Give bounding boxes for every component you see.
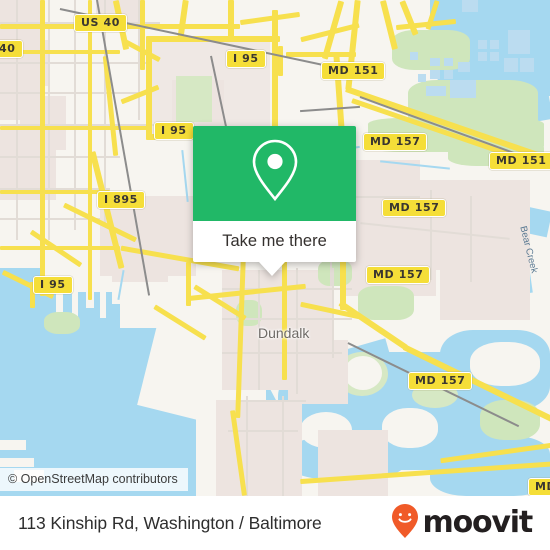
- island: [382, 408, 438, 448]
- building: [426, 86, 446, 96]
- callout-action-bar[interactable]: Take me there: [193, 221, 356, 276]
- building: [490, 40, 499, 49]
- building: [504, 58, 518, 72]
- building: [444, 58, 453, 66]
- road-shield-i895[interactable]: I 895: [97, 191, 145, 209]
- local-street: [0, 156, 120, 158]
- island: [470, 342, 540, 386]
- take-me-there-label: Take me there: [222, 232, 327, 250]
- island: [344, 356, 382, 390]
- pier: [0, 458, 34, 467]
- residential-block: [440, 250, 530, 320]
- destination-callout[interactable]: Take me there: [193, 126, 356, 276]
- residential-block: [318, 430, 388, 496]
- residential-block: [216, 400, 302, 496]
- footer-bar: 113 Kinship Rd, Washington / Baltimore m…: [0, 496, 550, 550]
- road-shield-md157-c[interactable]: MD 157: [382, 199, 447, 217]
- road-shield-md157-n[interactable]: MD 157: [363, 133, 428, 151]
- building: [490, 52, 499, 61]
- road-shield-i95-n[interactable]: I 95: [226, 50, 266, 68]
- building: [410, 52, 418, 60]
- building: [458, 62, 470, 72]
- highway: [40, 0, 45, 296]
- map-attribution[interactable]: © OpenStreetMap contributors: [0, 468, 188, 491]
- highway: [140, 0, 145, 70]
- road-shield-md-edge[interactable]: MD: [528, 478, 550, 496]
- road-shield-i95-w[interactable]: I 95: [154, 122, 194, 140]
- pier: [100, 292, 106, 318]
- highway-ramp: [228, 0, 234, 40]
- building: [450, 80, 476, 98]
- local-street: [246, 396, 248, 496]
- address-label: 113 Kinship Rd, Washington / Baltimore: [18, 512, 322, 533]
- building: [444, 70, 453, 79]
- map-screen: Dundalk Bear Creek US 40 40 I 95 MD 151 …: [0, 0, 550, 550]
- highway: [0, 190, 110, 194]
- moovit-pin-smile-icon: [390, 503, 420, 544]
- local-street: [16, 0, 18, 240]
- building: [418, 74, 426, 82]
- building: [478, 52, 487, 61]
- callout-tail: [259, 262, 285, 276]
- park: [318, 260, 352, 286]
- local-street: [282, 396, 284, 496]
- moovit-wordmark: moovit: [422, 505, 534, 540]
- road-shield-i95-sw[interactable]: I 95: [33, 276, 73, 294]
- building: [430, 70, 440, 79]
- local-street: [48, 0, 50, 240]
- moovit-logo[interactable]: moovit: [390, 503, 534, 544]
- park: [176, 76, 212, 122]
- road-shield-md151-e[interactable]: MD 151: [489, 152, 550, 170]
- pier: [56, 292, 63, 314]
- map-pin-icon: [247, 137, 303, 210]
- building: [478, 40, 487, 49]
- highway-md151: [286, 52, 356, 57]
- pier: [0, 440, 26, 450]
- local-street: [74, 0, 76, 230]
- callout-header: [193, 126, 356, 221]
- park: [358, 286, 414, 320]
- road-shield-md151-n[interactable]: MD 151: [321, 62, 386, 80]
- building: [430, 58, 440, 66]
- building: [462, 0, 478, 12]
- building: [520, 58, 534, 72]
- place-label-dundalk: Dundalk: [258, 325, 310, 341]
- local-street: [228, 430, 298, 432]
- highway: [88, 0, 92, 300]
- road-shield-md157-m[interactable]: MD 157: [366, 266, 431, 284]
- local-street: [470, 196, 472, 282]
- road-shield-us40[interactable]: US 40: [74, 14, 127, 32]
- park: [44, 312, 80, 334]
- building: [508, 30, 530, 54]
- highway: [0, 126, 150, 130]
- highway-ramp: [278, 46, 283, 76]
- road-shield-md157-s[interactable]: MD 157: [408, 372, 473, 390]
- road-shield-40-edge[interactable]: 40: [0, 40, 23, 58]
- highway: [282, 260, 287, 380]
- map-canvas[interactable]: Dundalk Bear Creek US 40 40 I 95 MD 151 …: [0, 0, 550, 496]
